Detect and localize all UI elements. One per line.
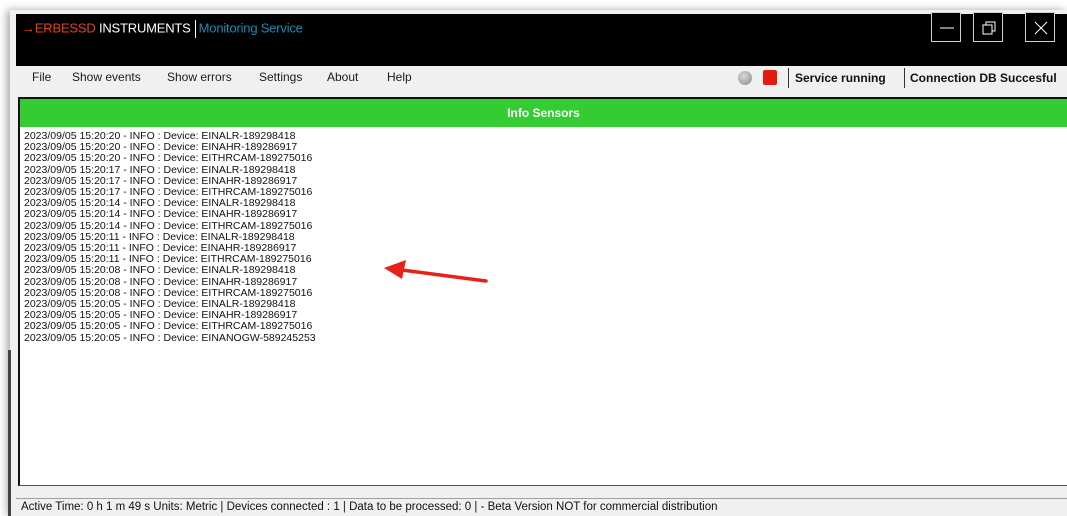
- status-bar: Active Time: 0 h 1 m 49 s Units: Metric …: [16, 498, 1067, 516]
- brand-name: ERBESSD: [34, 20, 96, 36]
- logo-arrow-icon: →: [22, 20, 35, 36]
- app-logo: →ERBESSD INSTRUMENTS Monitoring Service: [22, 20, 303, 38]
- menu-help[interactable]: Help: [387, 70, 412, 84]
- status-divider: [904, 68, 905, 88]
- close-button[interactable]: [1025, 12, 1055, 42]
- log-entry: 2023/09/05 15:20:08 - INFO : Device: EIN…: [24, 264, 296, 277]
- close-icon: [1034, 21, 1048, 35]
- log-entry: 2023/09/05 15:20:14 - INFO : Device: EIN…: [24, 208, 298, 221]
- restore-button[interactable]: [973, 12, 1003, 42]
- logo-divider: [194, 20, 196, 38]
- log-entry: 2023/09/05 15:20:05 - INFO : Device: EIN…: [24, 331, 316, 344]
- menu-show-errors[interactable]: Show errors: [167, 70, 232, 84]
- minimize-icon: [940, 27, 954, 29]
- status-divider: [788, 68, 789, 88]
- status-indicator-gray: [738, 71, 752, 85]
- panel-title: Info Sensors: [507, 106, 580, 120]
- service-status: Service running: [795, 71, 886, 85]
- window-edge: [8, 350, 11, 516]
- panel-header: Info Sensors: [18, 97, 1067, 127]
- menu-file[interactable]: File: [32, 70, 51, 84]
- log-entry: 2023/09/05 15:20:20 - INFO : Device: EIT…: [24, 152, 313, 165]
- menu-settings[interactable]: Settings: [259, 70, 302, 84]
- log-entry: 2023/09/05 15:20:05 - INFO : Device: EIT…: [24, 320, 313, 333]
- annotation-arrow-icon: [384, 260, 488, 283]
- status-bar-text: Active Time: 0 h 1 m 49 s Units: Metric …: [21, 501, 718, 513]
- menu-about[interactable]: About: [327, 70, 358, 84]
- log-view[interactable]: 2023/09/05 15:20:20 - INFO : Device: EIN…: [18, 127, 1067, 486]
- minimize-button[interactable]: [931, 12, 961, 42]
- menu-show-events[interactable]: Show events: [72, 70, 141, 84]
- connection-status: Connection DB Succesful: [910, 71, 1057, 85]
- service-name: Monitoring Service: [198, 20, 303, 36]
- brand-suffix: INSTRUMENTS: [95, 20, 191, 36]
- log-list: 2023/09/05 15:20:20 - INFO : Device: EIN…: [24, 130, 316, 344]
- status-indicator-red: [763, 70, 777, 85]
- restore-icon: [982, 21, 996, 35]
